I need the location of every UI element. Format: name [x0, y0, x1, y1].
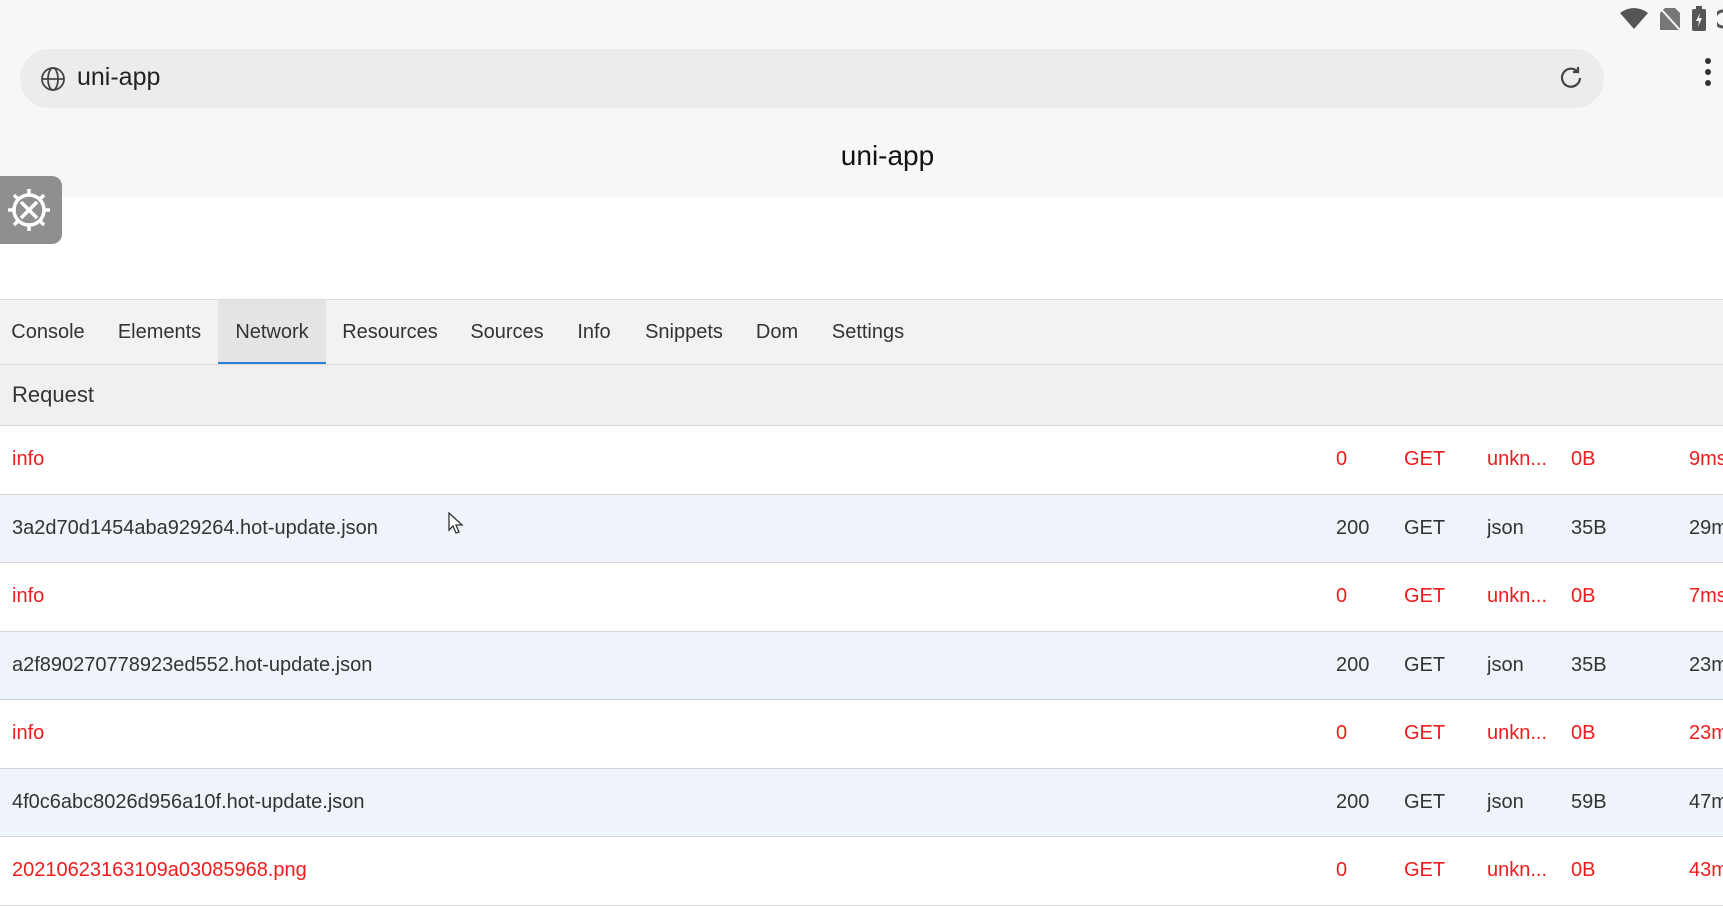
tab-console[interactable]: Console: [0, 300, 96, 364]
request-status: 200: [1336, 790, 1370, 813]
table-row[interactable]: 4f0c6abc8026d956a10f.hot-update.json 200…: [0, 768, 1723, 837]
tab-sources[interactable]: Sources: [462, 300, 552, 364]
tab-snippets[interactable]: Snippets: [636, 300, 732, 364]
table-row[interactable]: 3a2d70d1454aba929264.hot-update.json 200…: [0, 494, 1723, 563]
request-time: 9ms: [1689, 448, 1723, 470]
tab-network[interactable]: Network: [218, 300, 326, 364]
request-name: info: [12, 448, 45, 470]
url-text[interactable]: uni-app: [77, 63, 160, 92]
devtools-toggle-button[interactable]: [0, 176, 62, 244]
table-row[interactable]: info 0 GET unkn... 0B 7ms: [0, 563, 1723, 632]
devtools-tab-bar: Console Elements Network Resources Sourc…: [0, 299, 1723, 365]
notification-icon: [1713, 7, 1723, 36]
request-method: GET: [1404, 516, 1446, 539]
request-type: unkn...: [1487, 585, 1548, 607]
request-time: 23m: [1689, 653, 1723, 676]
request-method: GET: [1404, 722, 1446, 744]
request-header-label: Request: [12, 382, 94, 407]
request-status: 0: [1336, 585, 1348, 607]
table-row[interactable]: a2f890270778923ed552.hot-update.json 200…: [0, 631, 1723, 700]
request-name: 4f0c6abc8026d956a10f.hot-update.json: [12, 790, 365, 813]
more-vert-icon[interactable]: [1703, 58, 1713, 91]
request-method: GET: [1404, 448, 1446, 470]
request-type: unkn...: [1487, 859, 1548, 881]
request-status: 0: [1336, 722, 1348, 744]
tab-info[interactable]: Info: [570, 300, 618, 364]
request-size: 35B: [1571, 516, 1607, 539]
no-sim-icon: [1659, 7, 1681, 36]
reload-icon[interactable]: [1558, 65, 1584, 96]
request-size: 0B: [1571, 722, 1596, 744]
request-header: Request: [0, 365, 1723, 426]
request-time: 43m: [1689, 859, 1723, 881]
request-type: json: [1487, 653, 1524, 676]
status-icons: [1619, 6, 1723, 37]
request-status: 200: [1336, 653, 1370, 676]
table-row[interactable]: 20210623163109a03085968.png 0 GET unkn..…: [0, 837, 1723, 906]
request-name: info: [12, 585, 45, 607]
tab-resources[interactable]: Resources: [333, 300, 447, 364]
page-title: uni-app: [840, 140, 935, 171]
request-size: 59B: [1571, 790, 1607, 813]
request-method: GET: [1404, 790, 1446, 813]
mouse-cursor-icon: [448, 511, 464, 541]
page-header: uni-app: [0, 120, 1723, 197]
request-method: GET: [1404, 585, 1446, 607]
globe-icon: [40, 66, 66, 97]
request-time: 47m: [1689, 790, 1723, 813]
status-bar: [0, 0, 1723, 40]
table-row[interactable]: info 0 GET unkn... 0B 23m: [0, 700, 1723, 769]
request-size: 35B: [1571, 653, 1607, 676]
url-bar[interactable]: uni-app: [20, 49, 1604, 108]
request-type: unkn...: [1487, 448, 1548, 470]
request-name: a2f890270778923ed552.hot-update.json: [12, 653, 373, 676]
wifi-icon: [1619, 7, 1649, 36]
tab-elements[interactable]: Elements: [103, 300, 216, 364]
request-time: 23m: [1689, 722, 1723, 744]
request-method: GET: [1404, 859, 1446, 881]
request-status: 0: [1336, 448, 1348, 470]
table-row[interactable]: info 0 GET unkn... 0B 9ms: [0, 426, 1723, 495]
request-type: json: [1487, 516, 1524, 539]
battery-icon: [1691, 6, 1707, 37]
request-name: info: [12, 722, 45, 744]
request-type: unkn...: [1487, 722, 1548, 744]
tab-dom[interactable]: Dom: [748, 300, 806, 364]
request-type: json: [1487, 790, 1524, 813]
request-status: 0: [1336, 859, 1348, 881]
request-name: 20210623163109a03085968.png: [12, 859, 307, 881]
tab-settings[interactable]: Settings: [822, 300, 914, 364]
request-method: GET: [1404, 653, 1446, 676]
request-status: 200: [1336, 516, 1370, 539]
request-size: 0B: [1571, 859, 1596, 881]
request-size: 0B: [1571, 448, 1596, 470]
request-time: 7ms: [1689, 585, 1723, 607]
request-time: 29m: [1689, 516, 1723, 539]
request-list: info 0 GET unkn... 0B 9ms 3a2d70d1454aba…: [0, 426, 1723, 906]
browser-toolbar: uni-app: [0, 40, 1723, 120]
request-name: 3a2d70d1454aba929264.hot-update.json: [12, 516, 378, 539]
request-size: 0B: [1571, 585, 1596, 607]
